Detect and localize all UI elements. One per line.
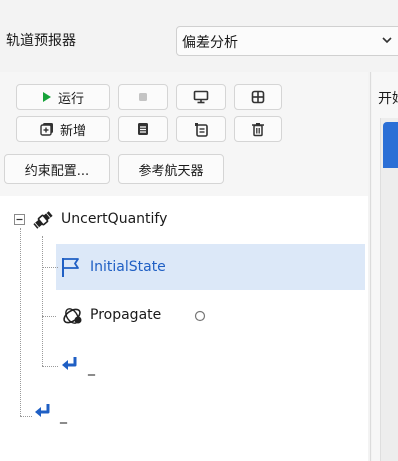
copy-icon: [195, 122, 208, 137]
document-icon: [138, 123, 148, 135]
tree-node-end[interactable]: _: [88, 360, 95, 376]
analysis-mode-value: 偏差分析: [182, 35, 238, 51]
stop-icon: [139, 93, 147, 101]
copy-button[interactable]: [176, 116, 226, 142]
tree-connector: [20, 228, 21, 416]
grid-icon: [251, 90, 265, 104]
panel-splitter[interactable]: [370, 72, 371, 461]
run-label: 运行: [57, 91, 84, 107]
constraint-config-button[interactable]: 约束配置...: [4, 154, 110, 184]
flag-icon: [62, 258, 79, 277]
add-box-icon: [40, 123, 53, 136]
tree-connector: [42, 316, 56, 317]
tree-connector: [42, 236, 43, 366]
tree-connector: [20, 416, 32, 417]
orbit-predictor-label: 轨道预报器: [6, 33, 76, 49]
tree-connector: [42, 267, 58, 268]
add-label: 新增: [59, 123, 86, 139]
reference-spacecraft-button[interactable]: 参考航天器: [118, 154, 224, 184]
collapse-icon[interactable]: [14, 214, 25, 225]
return-arrow-icon: [35, 404, 50, 417]
satellite-icon: [33, 211, 53, 229]
mission-tree: [0, 196, 368, 461]
right-panel-active-tab[interactable]: [383, 122, 398, 168]
return-arrow-icon: [62, 357, 77, 370]
stop-button[interactable]: [118, 84, 168, 110]
delete-button[interactable]: [234, 116, 282, 142]
right-panel-content: [380, 118, 398, 461]
orbit-icon: [63, 308, 82, 324]
chevron-down-icon: [382, 37, 392, 44]
tree-node-propagate[interactable]: Propagate: [90, 307, 161, 323]
monitor-icon: [193, 90, 209, 104]
right-panel-title: 开始: [378, 91, 398, 107]
grid-button[interactable]: [234, 84, 282, 110]
tree-node-initialstate[interactable]: InitialState: [90, 259, 166, 275]
tree-root-end[interactable]: _: [60, 408, 67, 424]
status-circle-icon: [194, 310, 206, 322]
reference-spacecraft-label: 参考航天器: [138, 163, 204, 179]
analysis-mode-select[interactable]: 偏差分析: [176, 26, 398, 56]
tree-node-uncertquantify[interactable]: UncertQuantify: [61, 211, 167, 227]
document-button[interactable]: [118, 116, 168, 142]
play-icon: [42, 92, 51, 102]
tree-connector: [42, 366, 58, 367]
display-button[interactable]: [176, 84, 226, 110]
constraint-config-label: 约束配置...: [24, 163, 90, 179]
trash-icon: [252, 122, 264, 136]
add-button[interactable]: 新增: [16, 116, 110, 142]
run-button[interactable]: 运行: [16, 84, 110, 110]
